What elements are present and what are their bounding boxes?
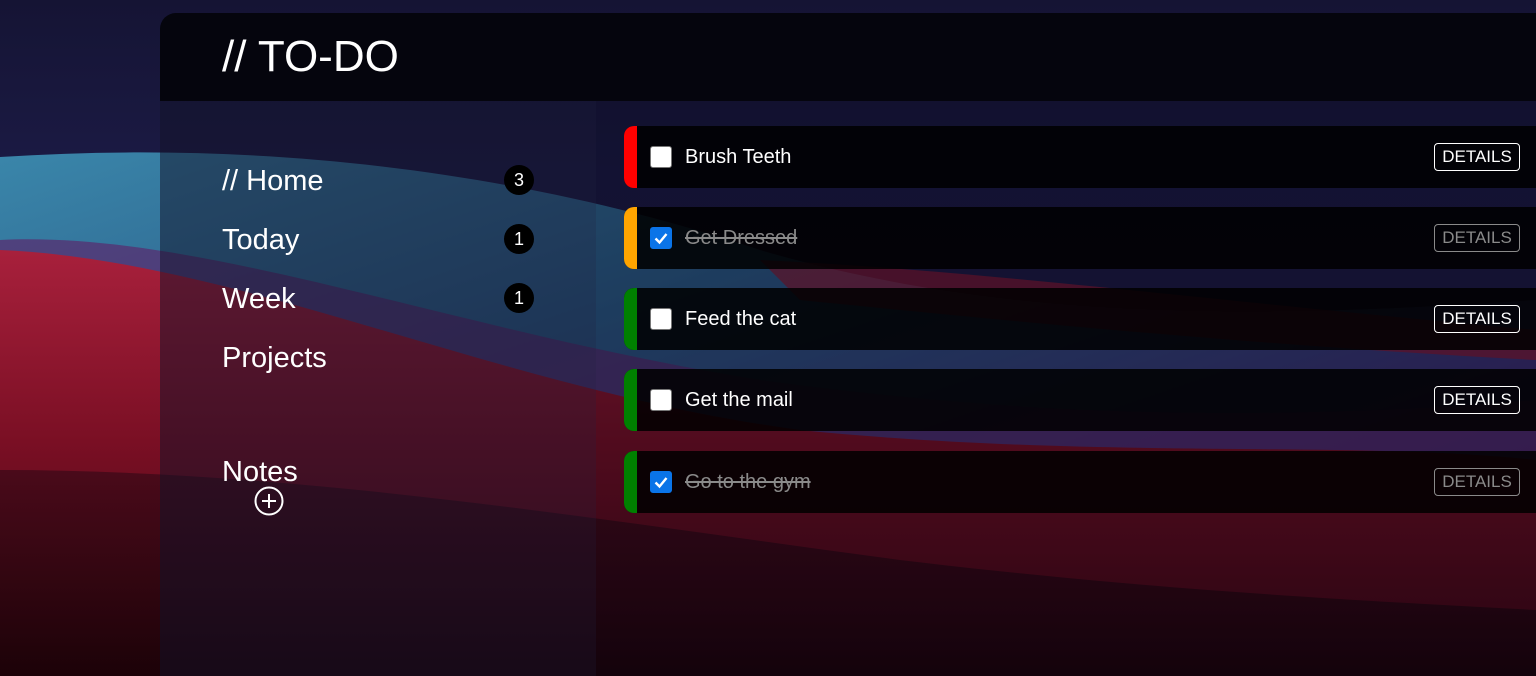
task-title: Feed the cat xyxy=(685,308,797,330)
checkmark-icon xyxy=(654,477,668,489)
task-list: Brush Teeth DETAILS Get Dressed DETAILS … xyxy=(596,101,1536,676)
task-title: Brush Teeth xyxy=(685,146,792,168)
sidebar-item-label: Week xyxy=(222,283,296,315)
task-checkbox[interactable] xyxy=(650,389,672,411)
sidebar-item-label: // Home xyxy=(222,165,324,197)
priority-indicator xyxy=(624,369,637,431)
task-item: Go to the gym DETAILS xyxy=(624,451,1536,513)
task-item: Get Dressed DETAILS xyxy=(624,207,1536,269)
task-checkbox[interactable] xyxy=(650,471,672,493)
app-title: // TO-DO xyxy=(222,32,399,81)
checkmark-icon xyxy=(654,233,668,245)
task-checkbox[interactable] xyxy=(650,308,672,330)
task-item: Brush Teeth DETAILS xyxy=(624,126,1536,188)
sidebar-item-notes[interactable]: Notes xyxy=(222,450,534,490)
sidebar-item-home[interactable]: // Home 3 xyxy=(222,159,534,199)
sidebar-item-label: Today xyxy=(222,224,300,256)
priority-indicator xyxy=(624,207,637,269)
priority-indicator xyxy=(624,126,637,188)
details-button[interactable]: DETAILS xyxy=(1434,386,1520,414)
task-item: Feed the cat DETAILS xyxy=(624,288,1536,350)
sidebar-item-projects[interactable]: Projects xyxy=(222,336,534,376)
sidebar-item-label: Projects xyxy=(222,342,327,374)
details-button[interactable]: DETAILS xyxy=(1434,143,1520,171)
details-button[interactable]: DETAILS xyxy=(1434,305,1520,333)
week-count-badge: 1 xyxy=(504,283,534,313)
details-button[interactable]: DETAILS xyxy=(1434,468,1520,496)
task-item: Get the mail DETAILS xyxy=(624,369,1536,431)
sidebar-item-today[interactable]: Today 1 xyxy=(222,218,534,258)
details-button[interactable]: DETAILS xyxy=(1434,224,1520,252)
task-title: Get Dressed xyxy=(685,227,798,249)
app-header: // TO-DO xyxy=(160,13,1536,101)
priority-indicator xyxy=(624,451,637,513)
priority-indicator xyxy=(624,288,637,350)
sidebar-item-week[interactable]: Week 1 xyxy=(222,277,534,317)
sidebar-item-label: Notes xyxy=(222,456,298,488)
task-title: Go to the gym xyxy=(685,471,811,493)
todo-app-window: // TO-DO // Home 3 Today 1 Week 1 Projec… xyxy=(160,13,1536,676)
sidebar: // Home 3 Today 1 Week 1 Projects Notes xyxy=(160,101,596,676)
today-count-badge: 1 xyxy=(504,224,534,254)
task-checkbox[interactable] xyxy=(650,146,672,168)
task-checkbox[interactable] xyxy=(650,227,672,249)
task-title: Get the mail xyxy=(685,389,793,411)
home-count-badge: 3 xyxy=(504,165,534,195)
